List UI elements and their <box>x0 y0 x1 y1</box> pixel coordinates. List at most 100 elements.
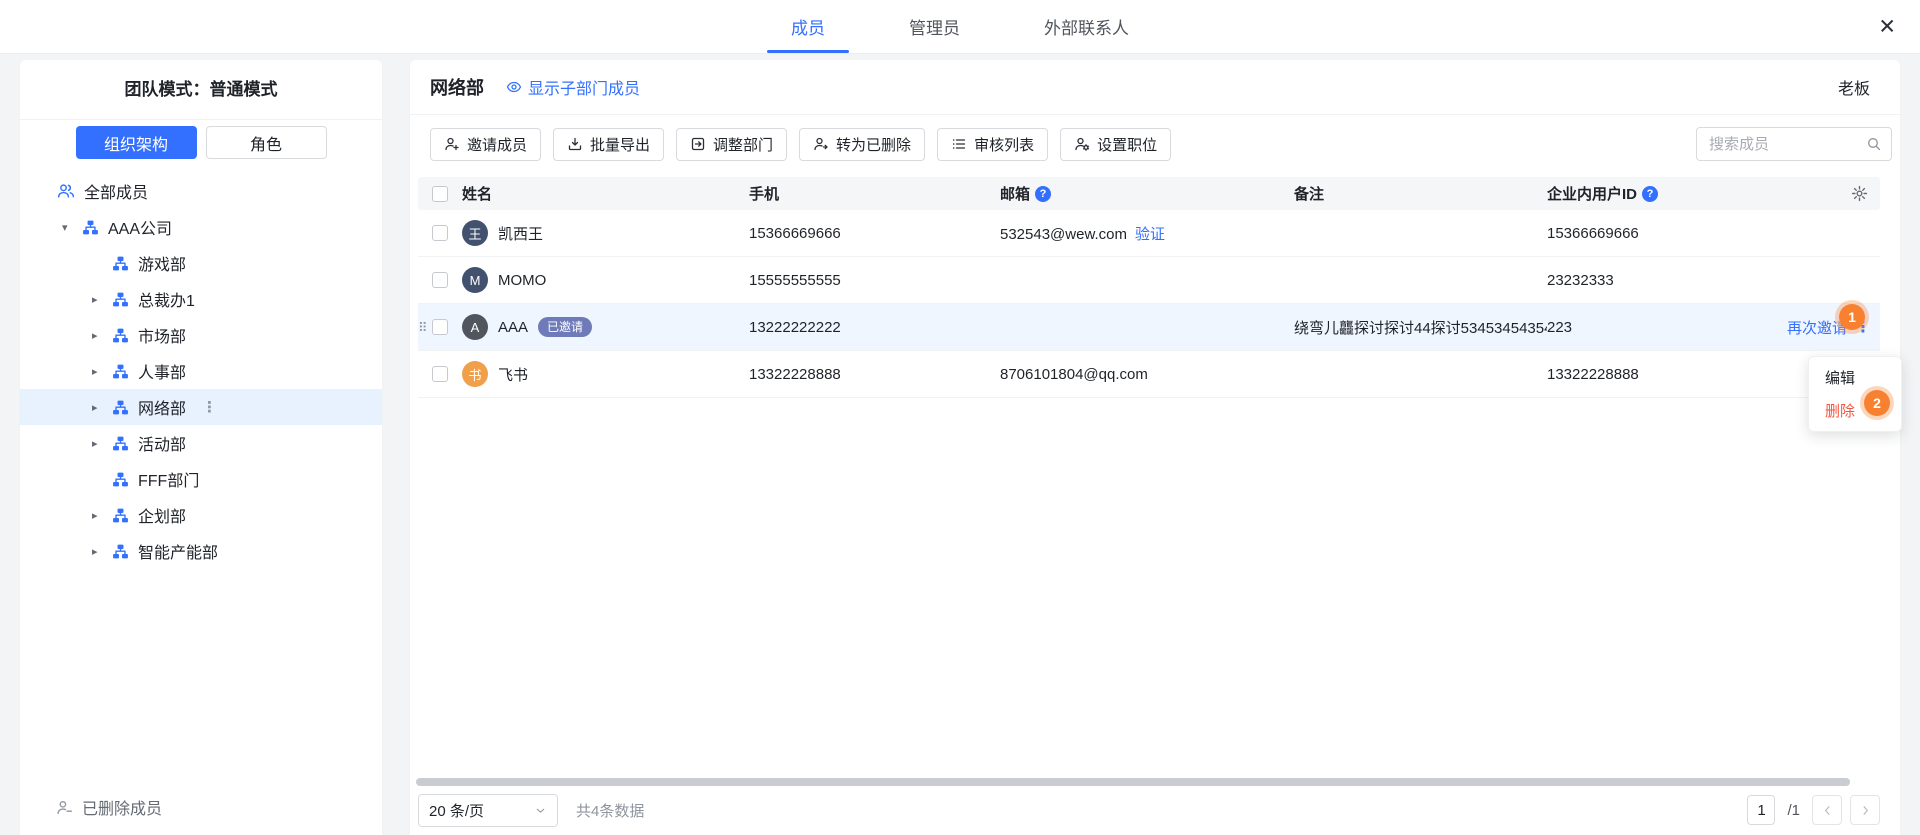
reinvite-link[interactable]: 再次邀请 <box>1787 317 1847 338</box>
search-input[interactable] <box>1696 127 1892 161</box>
member-email: 532543@wew.com <box>1000 226 1127 243</box>
deleted-members-entry[interactable]: 已删除成员 <box>56 795 162 819</box>
expand-arrow-icon[interactable]: ▸ <box>92 401 112 414</box>
department-icon <box>112 255 129 272</box>
prev-page-button[interactable] <box>1812 795 1842 825</box>
close-icon[interactable]: ✕ <box>1878 14 1896 39</box>
toolbar-button[interactable]: 设置职位 <box>1060 128 1171 161</box>
department-icon <box>112 291 129 308</box>
tree-item[interactable]: ▸总裁办1 <box>20 281 382 317</box>
verify-email-link[interactable]: 验证 <box>1135 226 1165 243</box>
row-checkbox[interactable] <box>432 319 448 335</box>
avatar: 书 <box>462 361 488 387</box>
pagination: 20 条/页 共4条数据 1 /1 <box>418 793 1880 827</box>
next-page-button[interactable] <box>1850 795 1880 825</box>
department-icon <box>112 507 129 524</box>
expand-arrow-icon[interactable]: ▸ <box>92 545 112 558</box>
tree-item[interactable]: ▸企划部 <box>20 497 382 533</box>
tree-item[interactable]: ▸网络部⋮ <box>20 389 382 425</box>
member-name: 飞书 <box>498 364 528 385</box>
toolbar-button-label: 设置职位 <box>1097 134 1157 155</box>
column-settings-gear-icon[interactable] <box>1851 185 1868 202</box>
tree-item-label: 市场部 <box>138 323 186 347</box>
avatar: 王 <box>462 220 488 246</box>
toolbar-button[interactable]: 调整部门 <box>676 128 787 161</box>
top-tab[interactable]: 管理员 <box>885 0 984 53</box>
table-row[interactable]: 书飞书133222288888706101804@qq.com133222288… <box>418 351 1880 398</box>
current-page-input[interactable]: 1 <box>1747 795 1775 825</box>
member-user-id: 23232333 <box>1547 272 1787 289</box>
drag-handle-icon[interactable]: ⠿ <box>418 321 432 334</box>
member-phone: 15366669666 <box>749 225 1000 242</box>
top-tab[interactable]: 成员 <box>767 0 849 53</box>
team-mode-title: 团队模式：普通模式 <box>20 60 382 120</box>
member-name: 凯西王 <box>498 223 543 244</box>
row-checkbox[interactable] <box>432 366 448 382</box>
tree-item[interactable]: ▾AAA公司 <box>20 209 382 245</box>
tree-item-label: 智能产能部 <box>138 539 218 563</box>
tree-item-label: 活动部 <box>138 431 186 455</box>
help-icon[interactable]: ? <box>1642 186 1658 202</box>
tree-item[interactable]: FFF部门 <box>20 461 382 497</box>
chevron-left-icon <box>1820 803 1835 818</box>
expand-arrow-icon[interactable]: ▸ <box>92 329 112 342</box>
expand-arrow-icon[interactable]: ▸ <box>92 509 112 522</box>
expand-arrow-icon[interactable]: ▾ <box>62 221 82 234</box>
total-count: 共4条数据 <box>576 800 644 821</box>
table-row[interactable]: 王凯西王15366669666532543@wew.com验证153666696… <box>418 210 1880 257</box>
show-sub-members-toggle[interactable]: 显示子部门成员 <box>506 75 640 99</box>
department-icon <box>112 363 129 380</box>
page-size-select[interactable]: 20 条/页 <box>418 794 558 827</box>
table-row[interactable]: ⠿AAAA已邀请13222222222绕弯儿龘探讨探讨44探讨534534543… <box>418 304 1880 351</box>
member-user-id: 13322228888 <box>1547 366 1787 383</box>
total-pages-label: /1 <box>1787 802 1800 819</box>
pager: 1 /1 <box>1747 795 1880 825</box>
column-header-label: 备注 <box>1294 183 1324 204</box>
tree-item[interactable]: ▸ 市场部 <box>20 317 382 353</box>
top-tab[interactable]: 外部联系人 <box>1020 0 1153 53</box>
avatar: A <box>462 314 488 340</box>
toolbar-button[interactable]: 批量导出 <box>553 128 664 161</box>
toolbar-button[interactable]: 审核列表 <box>937 128 1048 161</box>
menu-item-edit[interactable]: 编辑 <box>1809 361 1901 394</box>
members-table: 姓名手机邮箱?备注企业内用户ID? 王凯西王15366669666532543@… <box>418 177 1880 398</box>
member-name: MOMO <box>498 272 546 289</box>
tree-item[interactable]: ▸人事部 <box>20 353 382 389</box>
department-icon <box>112 399 129 416</box>
search-icon[interactable] <box>1866 136 1882 152</box>
show-sub-members-label: 显示子部门成员 <box>528 75 640 99</box>
annotation-step-2: 2 <box>1864 390 1890 416</box>
expand-arrow-icon[interactable]: ▸ <box>92 365 112 378</box>
tree-item-all-members[interactable]: 全部成员 <box>20 173 382 209</box>
list-icon <box>951 136 967 152</box>
table-row[interactable]: MMOMO1555555555523232333 <box>418 257 1880 304</box>
view-toggle-button[interactable]: 组织架构 <box>76 126 197 159</box>
view-toggle-button[interactable]: 角色 <box>206 126 327 159</box>
member-name: AAA <box>498 319 528 336</box>
row-checkbox[interactable] <box>432 272 448 288</box>
download-icon <box>567 136 583 152</box>
person-setting-icon <box>1074 136 1090 152</box>
tree-item[interactable]: ▸ 活动部 <box>20 425 382 461</box>
toolbar-button[interactable]: 邀请成员 <box>430 128 541 161</box>
select-all-checkbox[interactable] <box>432 186 448 202</box>
column-header-label: 邮箱 <box>1000 183 1030 204</box>
expand-arrow-icon[interactable]: ▸ <box>92 293 112 306</box>
toolbar-button-label: 批量导出 <box>590 134 650 155</box>
column-header-label: 企业内用户ID <box>1547 183 1637 204</box>
tree-item-label: 游戏部 <box>138 251 186 275</box>
expand-arrow-icon[interactable]: ▸ <box>92 437 112 450</box>
row-checkbox[interactable] <box>432 225 448 241</box>
horizontal-scrollbar[interactable] <box>416 778 1850 786</box>
sidebar: 团队模式：普通模式 组织架构角色 全部成员 ▾AAA公司游戏部▸总裁办1▸市场部… <box>20 60 382 835</box>
more-options-icon[interactable]: ⋮ <box>202 398 218 416</box>
department-icon <box>82 219 99 236</box>
help-icon[interactable]: ? <box>1035 186 1051 202</box>
member-note: 绕弯儿龘探讨探讨44探讨534534543543543 <box>1294 317 1547 338</box>
tree-item[interactable]: 游戏部 <box>20 245 382 281</box>
toolbar-button-label: 邀请成员 <box>467 134 527 155</box>
member-email: 8706101804@qq.com <box>1000 366 1148 383</box>
toolbar-button[interactable]: 转为已删除 <box>799 128 925 161</box>
annotation-step-1: 1 <box>1839 304 1865 330</box>
tree-item[interactable]: ▸ 智能产能部 <box>20 533 382 569</box>
